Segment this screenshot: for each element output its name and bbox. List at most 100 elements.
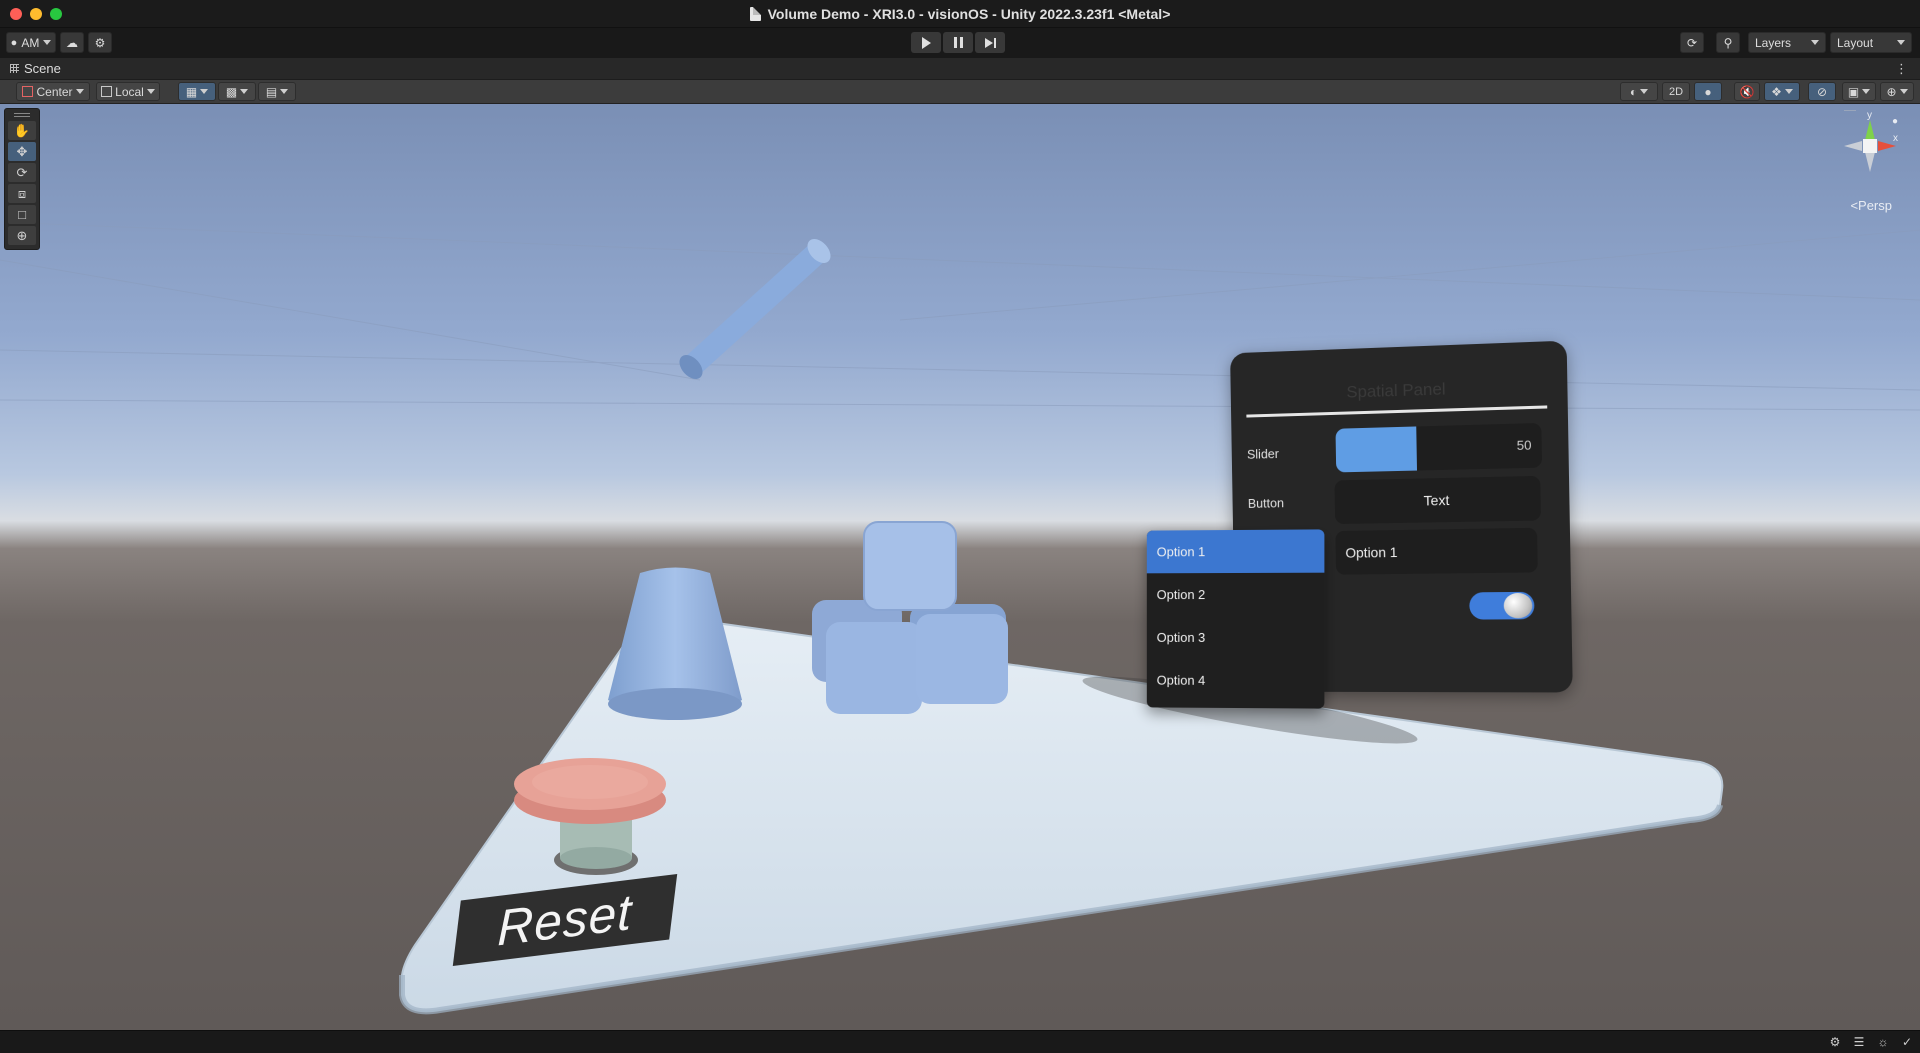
eye-off-icon: ⊘ [1816,84,1828,99]
chevron-down-icon [1899,89,1908,94]
slider-fill [1335,426,1418,473]
panel-toggle[interactable] [1469,591,1535,620]
tool-palette: ✋ ✥ ⟳ ⧈ □ ⊕ [4,108,40,250]
lock-icon[interactable]: ● [1892,116,1898,127]
move-tool-button[interactable]: ✥ [8,142,36,161]
palette-grip[interactable] [14,113,30,117]
rect-tool-button[interactable]: □ [8,205,36,224]
gizmos-dropdown[interactable]: ⊕ [1880,82,1914,101]
scene-viewport[interactable]: Spatial Panel Slider 50 Button Text Opti… [0,104,1920,1030]
local-space-icon [101,86,113,97]
window-controls [10,8,62,20]
window-title: Volume Demo - XRI3.0 - visionOS - Unity … [749,5,1171,22]
transform-tool-button[interactable]: ⊕ [8,226,36,245]
debug-icon[interactable]: ⚙ [1828,1035,1842,1049]
ruler-icon: ▤ [265,84,278,99]
chevron-left-icon: < [1850,198,1859,213]
rotate-tool-button[interactable]: ⟳ [8,163,36,182]
dropdown-option-label: Option 3 [1156,629,1206,645]
pivot-center-icon [22,86,34,97]
account-label: AM [21,35,40,50]
cache-server-icon[interactable]: ☰ [1852,1035,1866,1049]
lighting-toggle[interactable]: ● [1694,82,1722,101]
gizmo-y-label: y [1867,110,1872,121]
snap-grid-icon: ▩ [225,84,238,99]
search-button[interactable]: ⚲ [1716,32,1740,53]
dropdown-option[interactable]: Option 2 [1147,573,1325,616]
search-icon: ⚲ [1723,35,1733,50]
camera-settings-dropdown[interactable]: ▣ [1842,82,1876,101]
layers-dropdown[interactable]: Layers [1748,32,1826,53]
scene-3d-render [0,221,1920,1015]
scene-visibility-toggle[interactable]: ⊘ [1808,82,1836,101]
draw-mode-dropdown[interactable]: ◐ [1620,82,1658,101]
dropdown-option-label: Option 2 [1156,587,1206,603]
panel-dropdown[interactable]: Option 1 [1335,527,1538,575]
undo-history-button[interactable]: ⟳ [1680,32,1704,53]
grid-visibility-button[interactable]: ▦ [178,82,216,101]
dropdown-option[interactable]: Option 3 [1147,616,1325,659]
rotate-icon: ⟳ [16,164,28,180]
move-icon: ✥ [16,143,28,159]
panel-text-button[interactable]: Text [1334,475,1542,525]
account-dropdown[interactable]: ● AM [6,32,56,53]
status-icons: ⚙ ☰ ☼ ✓ [1828,1035,1914,1049]
toggle-2d-button[interactable]: 2D [1662,82,1690,101]
panel-slider[interactable]: 50 [1335,422,1543,473]
pivot-mode-dropdown[interactable]: Center [16,82,90,101]
window-title-bar: Volume Demo - XRI3.0 - visionOS - Unity … [0,0,1920,28]
pivot-rotation-label: Local [115,84,144,99]
more-options-icon[interactable]: ⋮ [1895,62,1908,76]
speaker-muted-icon: 🔇 [1739,84,1755,99]
slider-label: Slider [1246,446,1280,462]
slider-value: 50 [1516,437,1532,454]
cloud-button[interactable]: ☁ [60,32,84,53]
play-icon [921,36,931,49]
layout-label: Layout [1837,35,1874,50]
window-title-text: Volume Demo - XRI3.0 - visionOS - Unity … [767,5,1171,22]
projection-toggle[interactable]: <Persp [1850,198,1892,213]
auto-generate-lighting-icon[interactable]: ☼ [1876,1035,1890,1049]
toggle-knob [1503,592,1533,619]
document-icon [749,6,761,21]
account-icon: ● [10,36,18,49]
dropdown-option[interactable]: Option 4 [1147,659,1325,703]
increment-snap-button[interactable]: ▤ [258,82,296,101]
check-icon[interactable]: ✓ [1900,1035,1914,1049]
chevron-down-icon [1897,40,1905,45]
gizmos-icon: ⊕ [1886,84,1897,99]
grid-snapping-button[interactable]: ▩ [218,82,256,101]
pivot-rotation-dropdown[interactable]: Local [96,82,160,101]
camera-icon: ▣ [1847,84,1860,99]
play-button[interactable] [911,32,941,53]
transform-icon: ⊕ [16,227,28,243]
pause-button[interactable] [943,32,973,53]
cloud-icon: ☁ [66,35,78,50]
panel-button-text: Text [1423,491,1450,509]
effects-dropdown[interactable]: ❖ [1764,82,1800,101]
services-button[interactable]: ⚙ [88,32,112,53]
pivot-mode-label: Center [36,84,73,99]
close-window-button[interactable] [10,8,22,20]
shading-mode-icon: ◐ [1629,84,1638,99]
gizmo-x-label: x [1893,133,1898,144]
chevron-down-icon [1784,89,1793,94]
minimize-window-button[interactable] [30,8,42,20]
panel-divider [1246,405,1548,418]
scale-tool-button[interactable]: ⧈ [8,184,36,203]
dropdown-option-label: Option 4 [1156,672,1206,688]
tab-scene[interactable]: Scene [0,61,61,76]
step-button[interactable] [975,32,1005,53]
cone-object [608,567,742,720]
projection-label: Persp [1858,198,1892,213]
scene-tab-bar: Scene ⋮ [0,58,1920,80]
axis-gizmo-icon: y x [1844,109,1898,172]
layout-dropdown[interactable]: Layout [1830,32,1912,53]
dropdown-option-label: Option 1 [1156,544,1206,560]
zoom-window-button[interactable] [50,8,62,20]
status-bar: ⚙ ☰ ☼ ✓ [0,1030,1920,1053]
hand-tool-button[interactable]: ✋ [8,121,36,140]
dropdown-option[interactable]: Option 1 [1146,529,1325,574]
audio-toggle[interactable]: 🔇 [1734,82,1760,101]
lightbulb-icon: ● [1704,84,1712,99]
